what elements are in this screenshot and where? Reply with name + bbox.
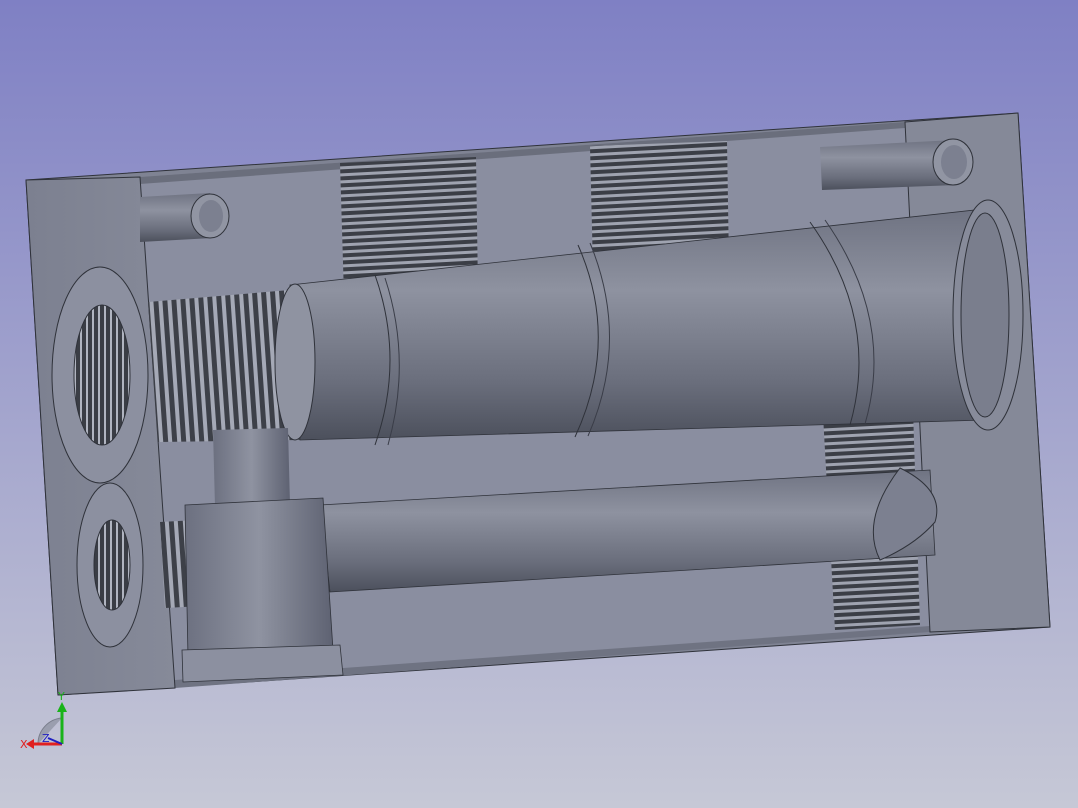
upper-spool-end-inner <box>960 212 1010 418</box>
upper-port-thread <box>73 304 131 446</box>
left-top-pin-hole <box>199 200 223 232</box>
right-top-pin-hole <box>941 145 967 179</box>
3d-viewport[interactable]: X Y Z <box>0 0 1078 808</box>
lower-stub-vertical <box>213 428 290 507</box>
z-axis-label: Z <box>42 732 50 745</box>
lower-fitting-block <box>184 497 334 658</box>
manifold-model[interactable] <box>25 112 1051 696</box>
y-axis-label: Y <box>57 690 65 703</box>
lower-fitting-base <box>181 644 344 683</box>
upper-spool-thread-shoulder <box>274 283 316 441</box>
x-axis-label: X <box>20 738 28 751</box>
lower-port-thread <box>93 519 131 611</box>
